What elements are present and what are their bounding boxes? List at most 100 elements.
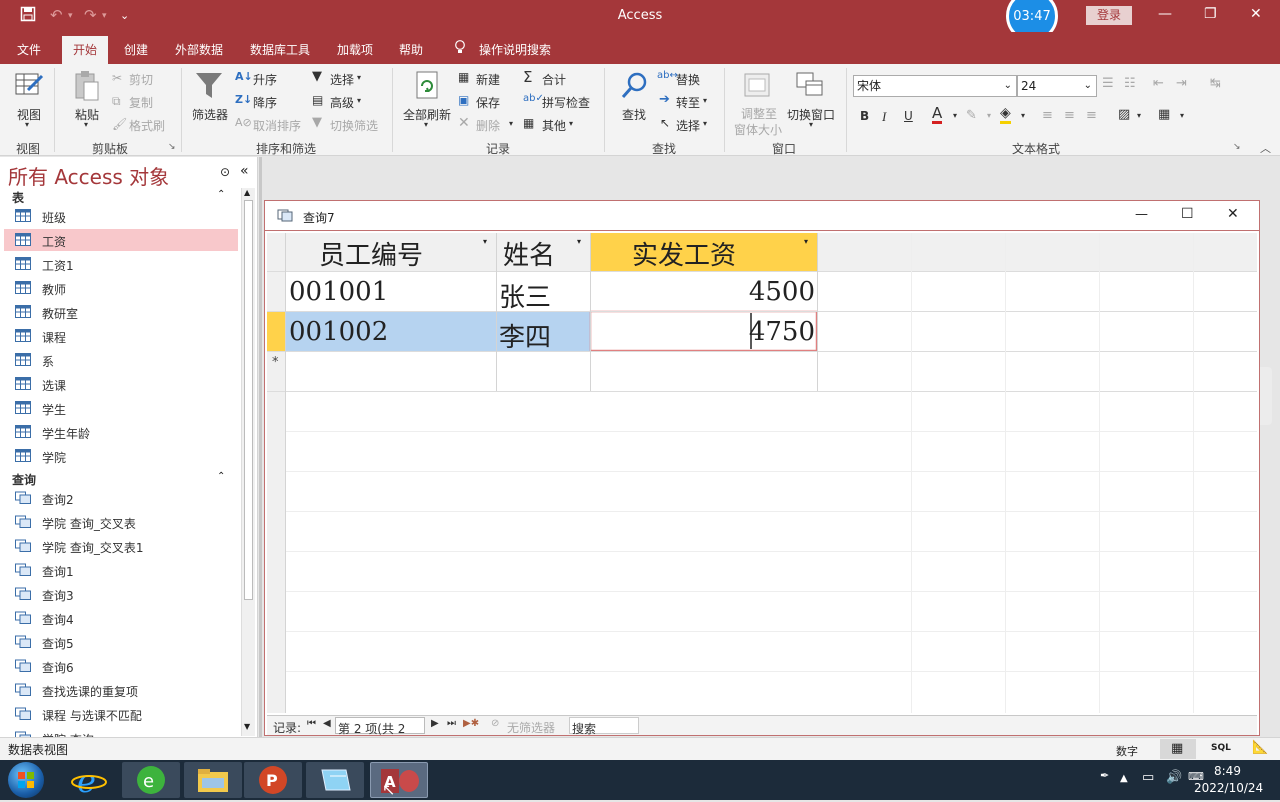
toggle-filter-icon[interactable]: ▼ — [312, 115, 322, 130]
column-dropdown-icon[interactable]: ▾ — [483, 237, 487, 246]
list-item[interactable]: 课程 与选课不匹配 — [4, 703, 238, 725]
fill-color-icon[interactable]: ◈ — [1000, 106, 1011, 124]
collapse-section-icon[interactable]: ⌃ — [217, 471, 225, 482]
advanced-button[interactable]: 高级 — [330, 94, 354, 111]
sort-descending-icon[interactable]: Z↓ — [235, 93, 252, 106]
list-item[interactable]: 学院 — [4, 445, 238, 467]
list-item[interactable]: 学生 — [4, 397, 238, 419]
nav-scrollbar[interactable]: ▲ ▼ — [241, 188, 255, 736]
list-item[interactable]: 教师 — [4, 277, 238, 299]
collapse-section-icon[interactable]: ⌃ — [217, 189, 225, 200]
tray-date[interactable]: 2022/10/24 — [1194, 781, 1263, 795]
column-header-name[interactable]: 姓名 — [503, 235, 555, 272]
replace-icon[interactable]: ab↔ — [657, 70, 678, 81]
goto-button[interactable]: 转至 — [676, 94, 700, 111]
filter-button[interactable]: 筛选器 — [192, 106, 228, 123]
clipboard-launcher-icon[interactable]: ↘ — [168, 142, 176, 152]
selection-button[interactable]: 选择 — [330, 71, 354, 88]
selection-filter-icon[interactable]: ▼ — [312, 69, 322, 84]
switch-windows-icon[interactable] — [795, 70, 825, 100]
tab-home[interactable]: 开始 — [62, 36, 108, 64]
size-to-fit-line1[interactable]: 调整至 — [741, 105, 777, 122]
list-item[interactable]: 查找选课的重复项 — [4, 679, 238, 701]
highlight-icon[interactable]: ✎ — [966, 108, 977, 123]
cell-net-salary[interactable]: 4500 — [749, 277, 815, 307]
fill-color-dropdown-icon[interactable]: ▾ — [1021, 111, 1025, 120]
scroll-up-icon[interactable]: ▲ — [244, 188, 250, 197]
toggle-filter-button[interactable]: 切换筛选 — [330, 117, 378, 134]
tell-me-search[interactable]: 操作说明搜索 — [479, 41, 551, 58]
align-left-icon[interactable]: ≡ — [1042, 108, 1053, 123]
column-header-net-salary[interactable]: 实发工资 — [632, 235, 736, 272]
find-button[interactable]: 查找 — [622, 106, 646, 123]
cell-employee-id[interactable]: 001001 — [289, 277, 388, 307]
tab-create[interactable]: 创建 — [124, 41, 148, 58]
list-item[interactable]: 课程 — [4, 325, 238, 347]
new-record-row-marker[interactable]: * — [272, 355, 279, 370]
list-item[interactable]: 学院 查询_交叉表 — [4, 511, 238, 533]
more-button[interactable]: 其他 — [542, 117, 566, 134]
size-to-fit-icon[interactable] — [743, 70, 773, 100]
paste-icon[interactable] — [72, 70, 102, 101]
gridlines-dropdown-icon[interactable]: ▾ — [1180, 111, 1184, 120]
cell-net-salary[interactable]: 4750 — [749, 317, 815, 347]
gridlines-icon[interactable]: ▦ — [1158, 107, 1170, 122]
new-blank-record-icon[interactable]: ▶✱ — [463, 718, 479, 729]
chevron-down-icon[interactable]: ⌄ — [1084, 76, 1092, 96]
list-item[interactable]: 查询2 — [4, 487, 238, 509]
datasheet-search-input[interactable]: 搜索 — [569, 717, 639, 736]
view-dropdown-icon[interactable]: ▾ — [25, 120, 29, 129]
column-dropdown-icon[interactable]: ▾ — [577, 237, 581, 246]
pen-icon[interactable]: ✒ — [1100, 769, 1109, 782]
underline-button[interactable]: U — [904, 109, 913, 123]
goto-dropdown-icon[interactable]: ▾ — [703, 96, 707, 105]
alternate-row-dropdown-icon[interactable]: ▾ — [1137, 111, 1141, 120]
tray-expand-icon[interactable]: ▲ — [1120, 773, 1128, 784]
datasheet-view-icon[interactable] — [14, 70, 44, 100]
doc-maximize-icon[interactable]: ☐ — [1181, 206, 1194, 222]
alternate-row-color-icon[interactable]: ▨ — [1118, 107, 1130, 122]
sql-view-button[interactable]: SQL — [1211, 743, 1231, 753]
format-painter-icon[interactable]: 🖌 — [112, 117, 127, 131]
record-position-input[interactable]: 第 2 项(共 2 项) — [335, 717, 425, 753]
list-item[interactable]: 查询5 — [4, 631, 238, 653]
goto-icon[interactable]: ➔ — [659, 92, 670, 107]
cut-button[interactable]: 剪切 — [129, 71, 153, 88]
size-to-fit-line2[interactable]: 窗体大小 — [734, 121, 782, 138]
totals-button[interactable]: 合计 — [542, 71, 566, 88]
advanced-dropdown-icon[interactable]: ▾ — [357, 96, 361, 105]
list-item[interactable]: 学生年龄 — [4, 421, 238, 443]
advanced-filter-icon[interactable]: ▤ — [312, 93, 323, 107]
list-item[interactable]: 工资1 — [4, 253, 238, 275]
doc-close-icon[interactable]: ✕ — [1227, 206, 1239, 222]
cut-icon[interactable]: ✂ — [112, 71, 122, 85]
sort-ascending-icon[interactable]: A↓ — [235, 70, 253, 83]
font-color-dropdown-icon[interactable]: ▾ — [953, 111, 957, 120]
font-size-select[interactable]: 24 ⌄ — [1017, 75, 1097, 97]
font-name-select[interactable]: 宋体 ⌄ — [853, 75, 1017, 97]
save-record-icon[interactable]: ▣ — [458, 93, 469, 107]
more-icon[interactable]: ▦ — [523, 116, 534, 130]
new-record-icon[interactable]: ▦ — [458, 70, 469, 84]
scroll-thumb[interactable] — [244, 200, 253, 600]
copy-icon[interactable]: ⧉ — [112, 94, 121, 109]
nav-pane-title[interactable]: 所有 Access 对象 — [8, 161, 169, 190]
align-center-icon[interactable]: ≡ — [1064, 108, 1075, 123]
close-icon[interactable]: ✕ — [1250, 6, 1262, 22]
powerpoint-icon[interactable]: P — [244, 762, 302, 798]
spelling-button[interactable]: 拼写检查 — [542, 94, 590, 111]
filter-icon[interactable] — [194, 70, 224, 100]
new-record-button[interactable]: 新建 — [476, 71, 500, 88]
nav-section-queries[interactable]: 查询 — [12, 471, 36, 488]
column-dropdown-icon[interactable]: ▾ — [804, 237, 808, 246]
tab-help[interactable]: 帮助 — [399, 41, 423, 58]
access-icon[interactable]: A — [370, 762, 428, 798]
remove-sort-icon[interactable]: A⊘ — [235, 116, 252, 129]
design-view-icon[interactable]: 📐 — [1252, 740, 1268, 755]
tab-external-data[interactable]: 外部数据 — [175, 41, 223, 58]
numbering-icon[interactable]: ☷ — [1124, 76, 1136, 91]
delete-icon[interactable]: ✕ — [458, 115, 470, 131]
list-item[interactable]: 班级 — [4, 205, 238, 227]
list-item[interactable]: 查询3 — [4, 583, 238, 605]
datasheet-view-button[interactable]: ▦ — [1160, 739, 1196, 759]
